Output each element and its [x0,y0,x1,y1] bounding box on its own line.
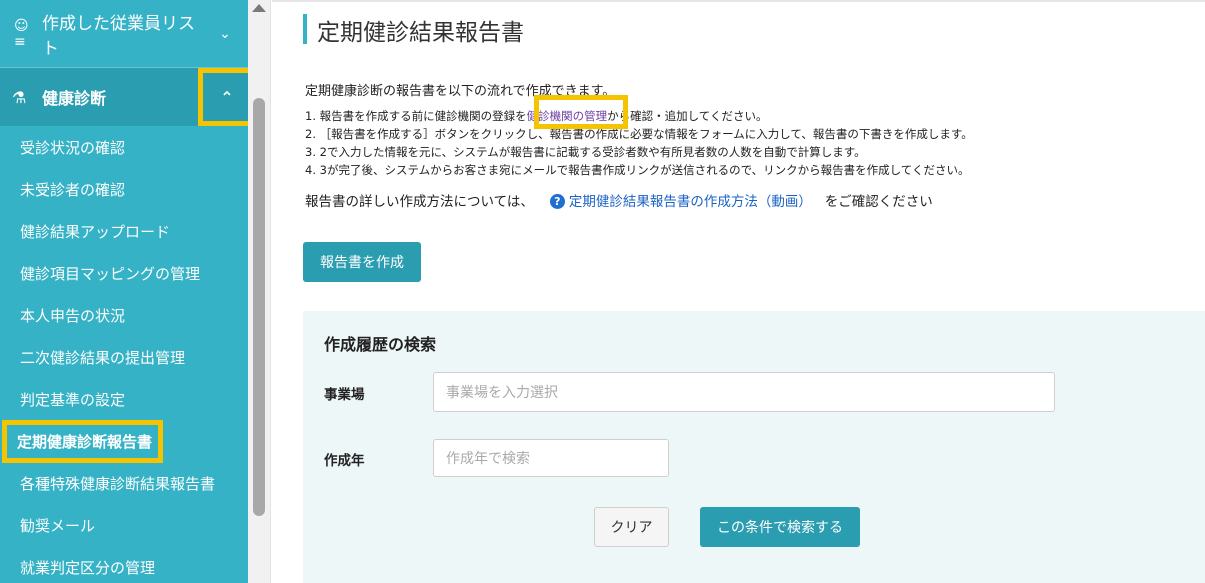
year-label: 作成年 [324,453,365,469]
sidebar-item-employee-list[interactable]: ☺≡ 作成した従業員リスト ⌄ [0,0,248,68]
step-3: 3. 2で入力した情報を元に、システムが報告書に記載する受診者数や有所見者数の人… [305,145,866,159]
page-title: 定期健診結果報告書 [317,20,524,46]
sidebar-section-health-check[interactable]: ⚗ 健康診断 ⌃ [0,68,248,126]
howto-text-end: をご確認ください [824,194,933,210]
search-panel: 作成履歴の検索 事業場 事業場を入力選択 作成年 作成年で検索 クリア この条件… [303,311,1205,583]
sidebar-item-self-report[interactable]: 本人申告の状況 [0,294,248,336]
sidebar-item-label: 作成した従業員リスト [42,13,195,59]
sidebar-item-periodic-report[interactable]: 定期健康診断報告書 [0,419,248,463]
sidebar-item-label: 就業判定区分の管理 [20,558,156,577]
sidebar-item-exam-status[interactable]: 受診状況の確認 [0,126,248,168]
howto-text: 報告書の詳しい作成方法については、 [305,194,534,210]
chevron-up-icon[interactable]: ⌃ [198,68,248,126]
sidebar-item-label: 受診状況の確認 [20,138,126,157]
year-input[interactable]: 作成年で検索 [433,439,669,477]
sidebar-item-label: 健診結果アップロード [20,222,171,241]
sidebar-item-special-report[interactable]: 各種特殊健康診断結果報告書 [0,462,248,504]
sidebar-item-label: 各種特殊健康診断結果報告書 [20,474,216,493]
office-label: 事業場 [324,387,365,403]
step-2: 2. ［報告書を作成する］ボタンをクリックし、報告書の作成に必要な情報をフォーム… [305,127,973,141]
sidebar-menu: 受診状況の確認 未受診者の確認 健診結果アップロード 健診項目マッピングの管理 … [0,126,248,583]
sidebar-item-label: 本人申告の状況 [20,306,126,325]
sidebar-item-recommend-mail[interactable]: 勧奨メール [0,504,248,546]
sidebar-item-label: 二次健診結果の提出管理 [20,348,186,367]
scroll-thumb[interactable] [253,98,265,516]
sidebar-item-result-upload[interactable]: 健診結果アップロード [0,210,248,252]
howto-video-link[interactable]: 定期健診結果報告書の作成方法（動画） [569,194,812,210]
sidebar-item-secondary-exam[interactable]: 二次健診結果の提出管理 [0,336,248,378]
sidebar-item-label: 未受診者の確認 [20,180,126,199]
sidebar-item-label: 定期健康診断報告書 [2,419,164,463]
create-report-button[interactable]: 報告書を作成 [303,242,421,282]
title-accent-bar [303,14,307,44]
link-highlight-box [534,95,628,129]
sidebar-scrollbar[interactable] [248,0,271,583]
person-list-icon: ☺≡ [14,17,29,50]
sidebar-item-label: 健診項目マッピングの管理 [20,264,201,283]
steps-list: 1. 報告書を作成する前に健診機関の登録を健診機関の管理から確認・追加してくださ… [305,107,973,179]
sidebar-item-unexamined[interactable]: 未受診者の確認 [0,168,248,210]
office-input[interactable]: 事業場を入力選択 [433,372,1055,412]
top-divider [272,0,1205,2]
step-4: 4. 3が完了後、システムからお客さま宛にメールで報告書作成リンクが送信されるの… [305,163,970,177]
howto-line: 報告書の詳しい作成方法については、? 定期健診結果報告書の作成方法（動画） をご確… [305,190,933,210]
main-content: 定期健診結果報告書 定期健康診断の報告書を以下の流れで作成できます。 1. 報告… [272,0,1205,583]
step-1-text-end: から確認・追加してください。 [607,109,768,123]
sidebar-item-label: 判定基準の設定 [20,390,126,409]
clear-button[interactable]: クリア [594,507,669,547]
chevron-down-icon[interactable]: ⌄ [208,26,242,42]
sidebar-item-label: 勧奨メール [20,516,96,535]
sidebar: ☺≡ 作成した従業員リスト ⌄ ⚗ 健康診断 ⌃ 受診状況の確認 未受診者の確認… [0,0,248,583]
step-1-text: 1. 報告書を作成する前に健診機関の登録を [305,109,527,123]
sidebar-item-item-mapping[interactable]: 健診項目マッピングの管理 [0,252,248,294]
sidebar-item-work-classification[interactable]: 就業判定区分の管理 [0,546,248,583]
search-title: 作成履歴の検索 [324,335,437,354]
help-icon: ? [549,194,565,209]
stethoscope-icon: ⚗ [12,87,27,107]
search-button[interactable]: この条件で検索する [700,507,860,547]
scroll-up-arrow-icon[interactable] [252,4,266,12]
sidebar-item-criteria[interactable]: 判定基準の設定 [0,378,248,420]
step-1: 1. 報告書を作成する前に健診機関の登録を健診機関の管理から確認・追加してくださ… [305,107,973,125]
